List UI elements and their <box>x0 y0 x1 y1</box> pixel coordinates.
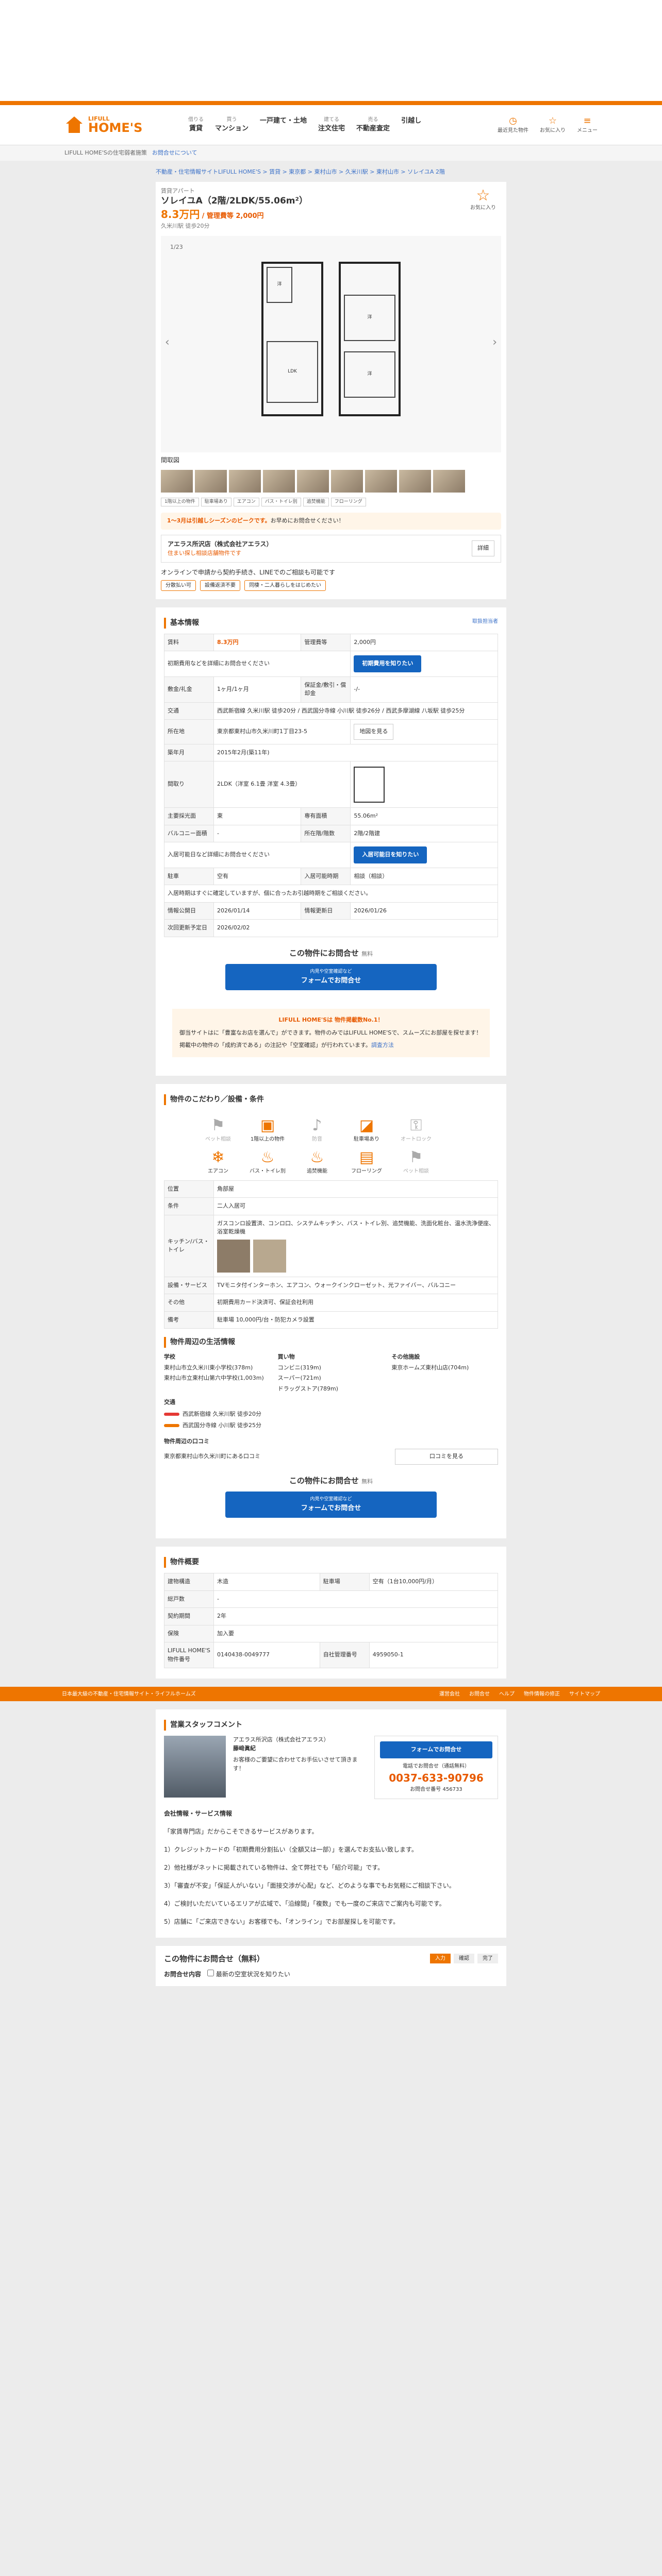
gallery-count: 1/23 <box>170 243 183 250</box>
map-button[interactable]: 地図を見る <box>354 724 394 740</box>
facility-icons: ⚑ ペット相談 ▣ 1階以上の物件 ♪ 防音 ◪ 駐車場あり ⚿ オートロック ❄ エアコン… <box>164 1110 498 1180</box>
management-fee: / 管理費等 2,000円 <box>202 212 264 221</box>
form-steps: 入力 確認 完了 <box>430 1954 498 1964</box>
top-blank <box>0 0 662 101</box>
sub-bar: LIFULL HOME'Sの住宅弱者施策 お問合せについて <box>0 145 662 161</box>
menu-button[interactable]: ≡ メニュー <box>577 115 598 134</box>
tel-number[interactable]: 0037-633-90796 <box>380 1770 492 1786</box>
chevron-left-icon[interactable]: ‹ <box>165 334 170 351</box>
staff-photo <box>164 1736 226 1798</box>
review-button[interactable]: 口コミを見る <box>395 1449 498 1465</box>
floor-plan-thumb[interactable] <box>354 766 385 803</box>
photo-gallery[interactable]: 1/23 ‹ › 洋 LDK 洋洋 <box>161 235 501 452</box>
flooring-icon: ▤ フローリング <box>351 1148 382 1174</box>
main-nav: 借りる 賃貸 買う マンション 一戸建て・土地 建てる 注文住宅 売る 不動産査定 引越… <box>188 116 421 134</box>
subbar-text: LIFULL HOME'Sの住宅弱者施策 <box>64 149 147 156</box>
nav-rent[interactable]: 借りる 賃貸 <box>188 116 204 134</box>
online-text: オンラインで申請から契約手続き、LINEでのご相談も可能です <box>161 568 335 576</box>
contact-block-2: この物件にお問合せ 無料 内見や空室確認など フォームでお問合せ <box>164 1465 498 1529</box>
gaiyou-section: 物件概要 建物構造 木造 駐車場 空有（1台10,000円/月） 総戸数 - 契約期間 2… <box>156 1547 506 1679</box>
breadcrumb[interactable]: 不動産・住宅情報サイトLIFULL HOME'S > 賃貸 > 東京都 > 東村… <box>156 161 506 182</box>
parking-icon: ◪ 駐車場あり <box>354 1116 379 1142</box>
basic-info-title: 基本情報 <box>170 618 199 627</box>
nav-mansion[interactable]: 買う マンション <box>215 116 249 134</box>
kodawari-section: 物件のこだわり／設備・条件 ⚑ ペット相談 ▣ 1階以上の物件 ♪ 防音 ◪ 駐車場あり… <box>156 1083 506 1539</box>
staff-long-comment: 会社情報・サービス情報 「家賃専門店」だからこそできるサービスがあります。 1）… <box>164 1809 455 1925</box>
online-features: 分散払い可 設備返済不要 同棲・二人暮らしをはじめたい <box>161 580 501 591</box>
soundproof-icon: ♪ 防音 <box>312 1116 322 1142</box>
staff-contact-box: フォームでお問合せ 電話でお問合せ（通話無料） 0037-633-90796 お… <box>374 1736 498 1799</box>
property-type: 賃貸アパート <box>161 187 195 194</box>
star-icon: ☆ <box>476 186 490 205</box>
footer-bar: 日本最大級の不動産・住宅情報サイト・ライフルホームズ 運営会社 お問合せ ヘルプ 物件… <box>0 1687 662 1702</box>
autolock-icon: ⚿ オートロック <box>401 1116 432 1142</box>
nav-sell[interactable]: 売る 不動産査定 <box>356 116 390 134</box>
logo[interactable]: LIFULL HOME'S <box>64 116 178 134</box>
agent-detail-button[interactable]: 詳細 <box>472 540 494 556</box>
agent-box[interactable]: アエラス所沢店（株式会社アエラス） 住まい探し相談店舗物件です 詳細 <box>161 534 501 563</box>
favorite-button[interactable]: ☆ お気に入り <box>465 187 501 231</box>
subbar-link[interactable]: お問合せについて <box>152 149 197 158</box>
traffic-info: 交通 西武新宿線 久米川駅 徒歩20分 西武国分寺線 小川駅 徒歩25分 <box>164 1399 261 1429</box>
star-icon: ☆ <box>548 115 557 127</box>
agent-sub: 住まい探し相談店舗物件です <box>168 550 241 557</box>
access-line: 久米川駅 徒歩20分 <box>161 223 210 230</box>
clock-icon: ◷ <box>509 115 517 127</box>
gallery-caption: 間取図 <box>161 456 180 464</box>
brand-name: HOME'S <box>88 121 143 135</box>
pr-box: LIFULL HOME'Sは 物件掲載数No.1！ 御当サイトはに「豊富なお店を… <box>172 1009 490 1057</box>
final-inquiry: この物件にお問合せ（無料） 入力 確認 完了 お問合せ内容 最新の空室状況を知りたい <box>156 1945 506 1987</box>
favorite-list-button[interactable]: ☆ お気に入り <box>540 115 566 134</box>
bath-icon: ♨ バス・トイレ別 <box>250 1148 286 1174</box>
move-in-date-button[interactable]: 入居可能日を知りたい <box>354 846 427 863</box>
house-icon <box>64 116 84 134</box>
property-top-card: 賃貸アパート ソレイユA（2階/2LDK/55.06m²） 8.3万円 / 管理… <box>156 181 506 599</box>
gallery-thumbnails[interactable] <box>161 468 501 495</box>
orange-top-bar <box>0 101 662 105</box>
survey-link[interactable]: 調査方法 <box>371 1042 394 1048</box>
kodawari-table: 位置 角部屋 条件 二人入居可 キッチン/バス・トイレ ガスコンロ設置済、コンロ口、シ… <box>164 1180 498 1329</box>
aircon-icon: ❄ エアコン <box>208 1148 228 1174</box>
property-title: ソレイユA（2階/2LDK/55.06m²） <box>161 196 308 206</box>
site-header: LIFULL HOME'S 借りる 賃貸 買う マンション 一戸建て・土地 建てる 注文… <box>0 105 662 145</box>
pet-icon-2: ⚑ ペット相談 <box>403 1148 429 1174</box>
gaiyou-table: 建物構造 木造 駐車場 空有（1台10,000円/月） 総戸数 - 契約期間 2年 保険加… <box>164 1573 499 1669</box>
staff-form-button[interactable]: フォームでお問合せ <box>380 1741 492 1758</box>
floor-plan-image: 洋 LDK 洋洋 <box>254 246 408 442</box>
nav-build[interactable]: 建てる 注文住宅 <box>318 116 345 134</box>
contact-block-1: この物件にお問合せ 無料 内見や空室確認など フォームでお問合せ <box>164 937 498 1001</box>
basic-info-section: 基本情報 取扱担当者 賃料 8.3万円 管理費等 2,000円 初期費用などを詳細にお問… <box>156 607 506 1076</box>
inquiry-form-button[interactable]: 内見や空室確認など フォームでお問合せ <box>225 964 437 991</box>
feature-tags: 1階以上の物件 駐車場あり エアコン バス・トイレ別 追焚機能 フローリング <box>161 497 501 507</box>
header-actions: ◷ 最近見た物件 ☆ お気に入り ≡ メニュー <box>498 115 598 134</box>
history-button[interactable]: ◷ 最近見た物件 <box>498 115 528 134</box>
vacancy-checkbox[interactable]: 最新の空室状況を知りたい <box>207 1970 290 1979</box>
inquiry-form-button-2[interactable]: 内見や空室確認など フォームでお問合せ <box>225 1492 437 1518</box>
basic-info-link[interactable]: 取扱担当者 <box>472 618 498 629</box>
rent-price: 8.3万円 <box>161 208 200 221</box>
menu-icon: ≡ <box>583 115 591 127</box>
life-info: 学校 東村山市立久米川東小学校(378m) 東村山市立東村山第六中学校(1,003m… <box>164 1353 469 1392</box>
agent-name: アエラス所沢店（株式会社アエラス） <box>168 540 273 548</box>
reheat-icon: ♨ 追焚機能 <box>307 1148 327 1174</box>
season-notice: 1～3月は引越しシーズンのピークです。お早めにお問合せください！ <box>161 513 501 530</box>
basic-info-table: 賃料 8.3万円 管理費等 2,000円 初期費用などを詳細にお問合せください 初期費用… <box>163 633 498 937</box>
initial-cost-button[interactable]: 初期費用を知りたい <box>354 655 422 672</box>
chevron-right-icon[interactable]: › <box>492 334 497 351</box>
nav-house[interactable]: 一戸建て・土地 <box>260 116 307 134</box>
nav-move[interactable]: 引越し <box>401 116 421 134</box>
main-page: 不動産・住宅情報サイトLIFULL HOME'S > 賃貸 > 東京都 > 東村… <box>156 161 506 1679</box>
staff-name: 藤﨑眞紀 <box>233 1744 256 1752</box>
floor-icon: ▣ 1階以上の物件 <box>250 1116 285 1142</box>
pet-icon: ⚑ ペット相談 <box>205 1116 231 1142</box>
review-box: 物件周辺の口コミ 東京都東村山市久米川町にある口コミ 口コミを見る <box>164 1437 498 1465</box>
staff-section: 営業スタッフコメント アエラス所沢店（株式会社アエラス） 藤﨑眞紀 お客様のご要… <box>156 1709 506 1938</box>
